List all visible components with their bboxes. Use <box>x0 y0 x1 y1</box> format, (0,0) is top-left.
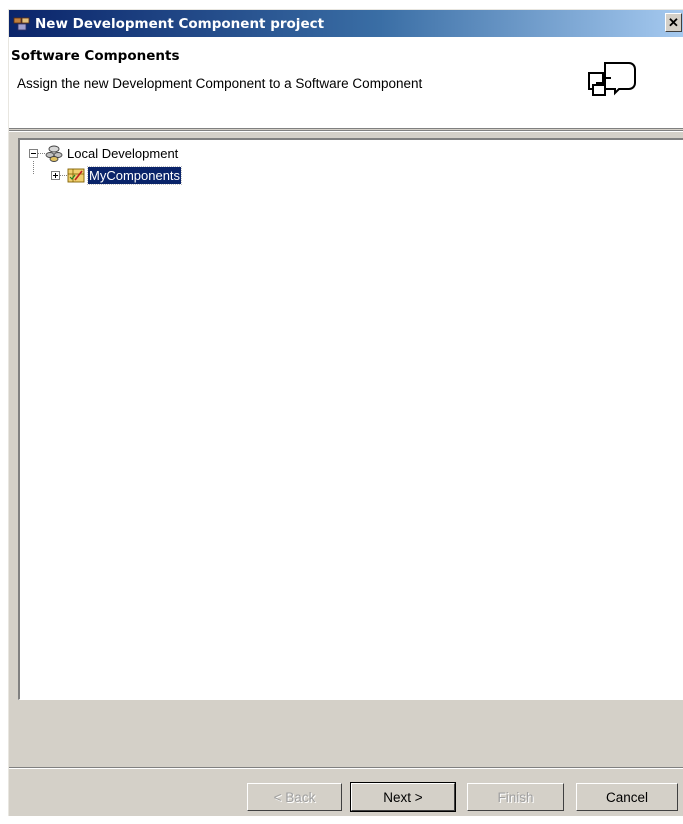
wizard-header: Software Components Assign the new Devel… <box>9 37 683 129</box>
header-separator <box>9 130 683 132</box>
app-icon <box>13 16 31 32</box>
back-button[interactable]: < Back <box>247 783 342 811</box>
tree-node-local-development[interactable]: Local Development <box>29 143 179 163</box>
tree-connector <box>60 174 67 176</box>
software-components-tree[interactable]: Local Development MyComponents <box>18 138 683 700</box>
software-component-icon <box>67 168 85 183</box>
page-title: Software Components <box>11 48 180 64</box>
page-description: Assign the new Development Component to … <box>17 76 423 91</box>
expand-icon[interactable] <box>51 170 60 180</box>
title-bar[interactable]: New Development Component project ✕ <box>9 10 683 37</box>
window-title: New Development Component project <box>35 15 325 32</box>
tree-node-label[interactable]: Local Development <box>66 145 179 162</box>
cancel-button[interactable]: Cancel <box>576 783 678 811</box>
next-button[interactable]: Next > <box>350 782 456 812</box>
collapse-icon[interactable] <box>29 148 38 158</box>
dialog-window: New Development Component project ✕ Soft… <box>8 9 683 816</box>
tree-node-mycomponents[interactable]: MyComponents <box>51 165 183 185</box>
network-icon <box>45 145 63 162</box>
software-components-icon <box>588 62 636 96</box>
finish-button[interactable]: Finish <box>467 783 564 811</box>
tree-node-label[interactable]: MyComponents <box>86 165 183 185</box>
close-icon: ✕ <box>668 14 679 30</box>
close-button[interactable]: ✕ <box>665 13 682 32</box>
button-bar-separator <box>9 767 683 769</box>
tree-connector <box>38 152 45 154</box>
